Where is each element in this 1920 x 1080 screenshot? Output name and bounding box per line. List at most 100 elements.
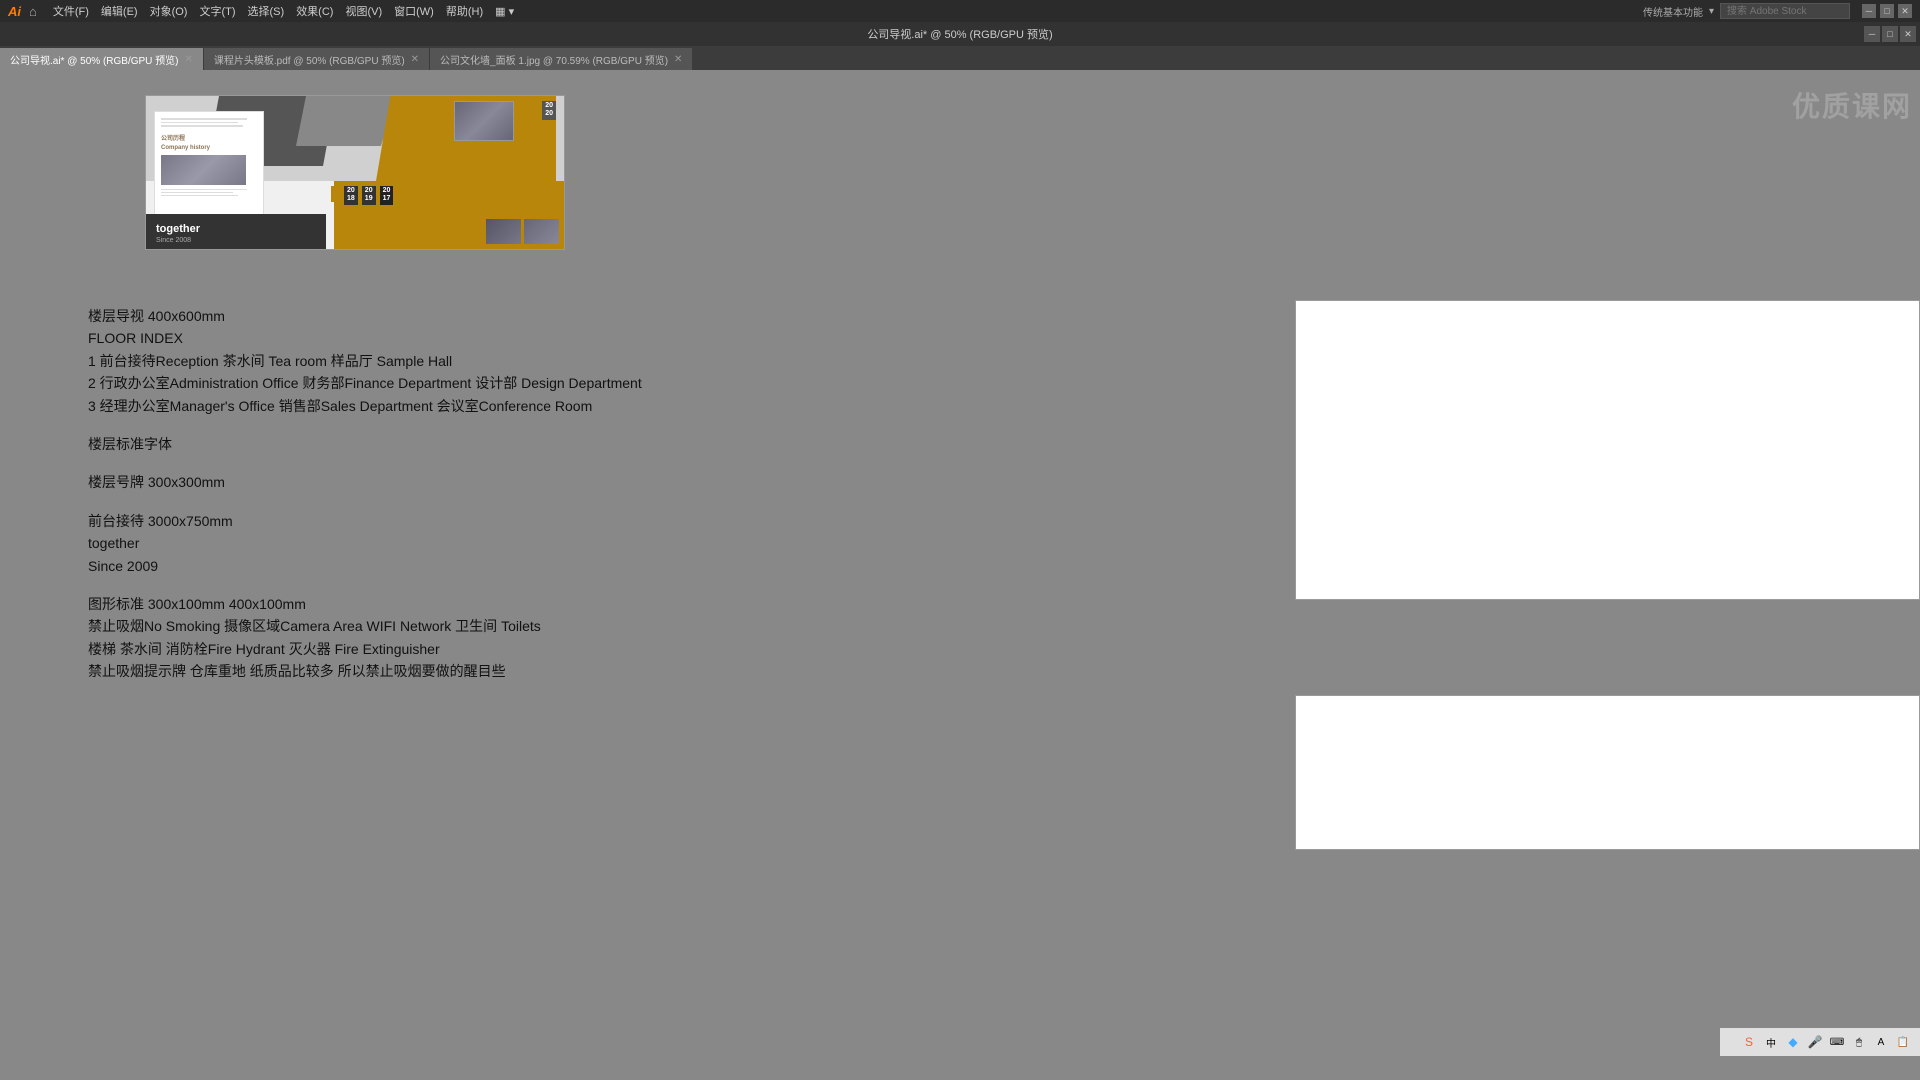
g-year-2019: 2019 — [362, 186, 376, 205]
floor-sign-section: 楼层号牌 300x300mm — [88, 471, 642, 493]
floor-sign-text: 楼层号牌 300x300mm — [88, 471, 642, 493]
tab-label-2: 课程片头模板.pdf @ 50% (RGB/GPU 预览) — [214, 52, 405, 67]
line-1 — [161, 118, 247, 120]
doc-left-lines-bottom — [161, 189, 257, 197]
menu-select[interactable]: 选择(S) — [242, 0, 291, 22]
line-5 — [161, 192, 233, 194]
g-year-2017: 2017 — [380, 186, 394, 205]
title-close-btn[interactable]: ✕ — [1900, 26, 1916, 42]
close-btn[interactable]: ✕ — [1898, 4, 1912, 18]
gold-photo-2 — [524, 219, 559, 244]
minimize-btn[interactable]: ─ — [1862, 4, 1876, 18]
line-3 — [161, 125, 243, 127]
taskbar-icon-diamond[interactable]: ◆ — [1784, 1033, 1802, 1051]
floor-font-text: 楼层标准字体 — [88, 433, 642, 455]
taskbar-icon-clip[interactable]: 📋 — [1894, 1033, 1912, 1051]
menu-view[interactable]: 视图(V) — [339, 0, 388, 22]
doc-left-inner: 公司历程 Company history — [155, 112, 263, 202]
line-6 — [161, 195, 238, 197]
tab-label-1: 公司导视.ai* @ 50% (RGB/GPU 预览) — [10, 52, 179, 67]
title-window-controls: ─ □ ✕ — [1864, 26, 1916, 42]
floor-index-subtitle: FLOOR INDEX — [88, 327, 642, 349]
tab-close-2[interactable]: ✕ — [411, 54, 419, 65]
restore-btn[interactable]: □ — [1880, 4, 1894, 18]
line-4 — [161, 189, 247, 191]
canvas-area: 优质课网 2020 — [0, 70, 1920, 1056]
home-icon: ⌂ — [29, 4, 37, 19]
doc-gold-area: 2018 2019 2017 — [334, 181, 564, 249]
tab-2[interactable]: 课程片头模板.pdf @ 50% (RGB/GPU 预览) ✕ — [204, 48, 430, 70]
taskbar-icon-a[interactable]: A — [1872, 1033, 1890, 1051]
since-text: Since 2008 — [156, 237, 200, 244]
menu-text[interactable]: 文字(T) — [193, 0, 241, 22]
doc-photo-1 — [454, 101, 514, 141]
doc-preview: 2020 公司历程 Company history — [145, 95, 565, 250]
menu-grid[interactable]: ▦ ▾ — [489, 0, 520, 22]
dark-shape-2 — [296, 96, 396, 146]
doc-bottom-bar: together Since 2008 — [146, 214, 326, 249]
taskbar-icon-mouse[interactable]: 🖱 — [1850, 1033, 1868, 1051]
graphic-line3: 禁止吸烟提示牌 仓库重地 纸质品比较多 所以禁止吸烟要做的醒目些 — [88, 660, 642, 682]
line-2 — [161, 122, 238, 124]
menu-bar: Ai ⌂ 文件(F) 编辑(E) 对象(O) 文字(T) 选择(S) 效果(C)… — [0, 0, 1920, 22]
tab-bar: 公司导视.ai* @ 50% (RGB/GPU 预览) ✕ 课程片头模板.pdf… — [0, 46, 1920, 70]
gold-year-tags: 2018 2019 2017 — [344, 186, 393, 205]
title-bar: 公司导视.ai* @ 50% (RGB/GPU 预览) ─ □ ✕ — [0, 22, 1920, 46]
tab-close-3[interactable]: ✕ — [674, 54, 682, 65]
right-panel-2 — [1295, 695, 1920, 850]
floor-font-section: 楼层标准字体 — [88, 433, 642, 455]
graphic-line1: 禁止吸烟No Smoking 摄像区域Camera Area WIFI Netw… — [88, 615, 642, 637]
search-input[interactable] — [1720, 3, 1850, 19]
taskbar-icon-keyboard[interactable]: ⌨ — [1828, 1033, 1846, 1051]
menu-effect[interactable]: 效果(C) — [290, 0, 339, 22]
gold-photo-1 — [486, 219, 521, 244]
menu-help[interactable]: 帮助(H) — [440, 0, 489, 22]
tab-label-3: 公司文化墙_面板 1.jpg @ 70.59% (RGB/GPU 预览) — [440, 52, 668, 67]
floor-index-line1: 1 前台接待Reception 茶水间 Tea room 样品厅 Sample … — [88, 350, 642, 372]
ai-logo: Ai — [8, 4, 21, 19]
year-tags: 2020 — [542, 101, 556, 120]
gold-photos — [486, 219, 559, 244]
title-restore-btn[interactable]: □ — [1882, 26, 1898, 42]
watermark: 优质课网 — [1792, 85, 1912, 125]
doc-photo-left — [161, 155, 246, 185]
tab-active[interactable]: 公司导视.ai* @ 50% (RGB/GPU 预览) ✕ — [0, 48, 204, 70]
together-text: together — [156, 223, 200, 235]
reception-line2: Since 2009 — [88, 555, 642, 577]
doc-company-subtitle: Company history — [161, 145, 257, 151]
menu-file[interactable]: 文件(F) — [47, 0, 95, 22]
doc-company-title: 公司历程 — [161, 133, 257, 142]
dropdown-arrow[interactable]: ▾ — [1709, 6, 1714, 17]
right-panel-1 — [1295, 300, 1920, 600]
text-content: 楼层导视 400x600mm FLOOR INDEX 1 前台接待Recepti… — [88, 305, 642, 698]
reception-title: 前台接待 3000x750mm — [88, 510, 642, 532]
floor-index-line2: 2 行政办公室Administration Office 财务部Finance … — [88, 372, 642, 394]
taskbar-icon-mic[interactable]: 🎤 — [1806, 1033, 1824, 1051]
graphic-line2: 楼梯 茶水间 消防栓Fire Hydrant 灭火器 Fire Extingui… — [88, 638, 642, 660]
floor-index-section: 楼层导视 400x600mm FLOOR INDEX 1 前台接待Recepti… — [88, 305, 642, 417]
menu-window[interactable]: 窗口(W) — [388, 0, 440, 22]
tab-close-1[interactable]: ✕ — [185, 54, 193, 65]
tab-3[interactable]: 公司文化墙_面板 1.jpg @ 70.59% (RGB/GPU 预览) ✕ — [430, 48, 693, 70]
traditional-btn[interactable]: 传统基本功能 — [1643, 4, 1703, 19]
taskbar: S 中 ◆ 🎤 ⌨ 🖱 A 📋 — [1720, 1028, 1920, 1056]
menu-bar-right: 传统基本功能 ▾ ─ □ ✕ — [1643, 3, 1912, 19]
window-controls: ─ □ ✕ — [1862, 4, 1912, 18]
graphic-section: 图形标准 300x100mm 400x100mm 禁止吸烟No Smoking … — [88, 593, 642, 683]
doc-content: 2020 公司历程 Company history — [146, 96, 564, 249]
floor-index-line3: 3 经理办公室Manager's Office 销售部Sales Departm… — [88, 395, 642, 417]
menu-edit[interactable]: 编辑(E) — [95, 0, 144, 22]
doc-left-lines-top — [161, 118, 257, 127]
title-text: 公司导视.ai* @ 50% (RGB/GPU 预览) — [867, 26, 1052, 42]
g-year-2018: 2018 — [344, 186, 358, 205]
title-minimize-btn[interactable]: ─ — [1864, 26, 1880, 42]
taskbar-icon-s[interactable]: S — [1740, 1033, 1758, 1051]
taskbar-icon-zh[interactable]: 中 — [1762, 1033, 1780, 1051]
year-2020: 2020 — [542, 101, 556, 120]
reception-section: 前台接待 3000x750mm together Since 2009 — [88, 510, 642, 577]
together-block: together Since 2008 — [156, 219, 200, 244]
floor-index-title: 楼层导视 400x600mm — [88, 305, 642, 327]
reception-line1: together — [88, 532, 642, 554]
menu-object[interactable]: 对象(O) — [144, 0, 194, 22]
graphic-title: 图形标准 300x100mm 400x100mm — [88, 593, 642, 615]
